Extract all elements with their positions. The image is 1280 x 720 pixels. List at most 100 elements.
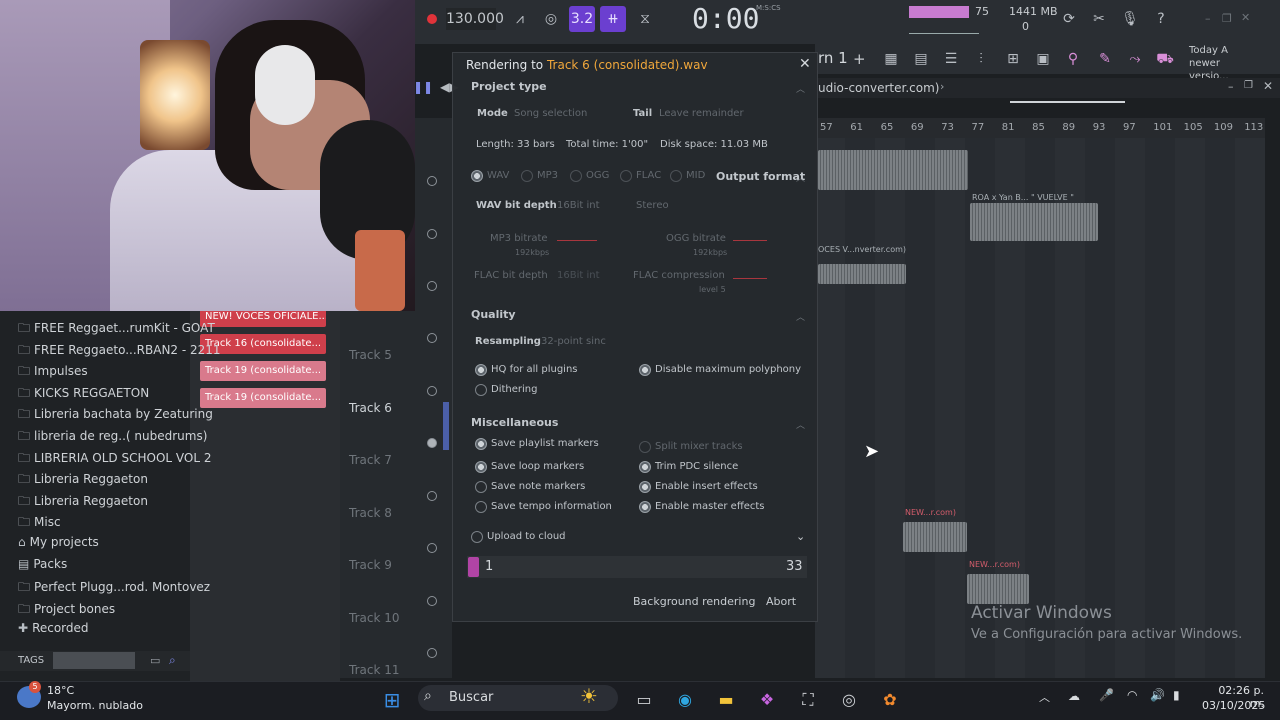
save-loop-markers-checkbox[interactable] xyxy=(475,461,487,473)
wav-bit-depth-select[interactable]: 16Bit int xyxy=(557,200,600,211)
format-mid-radio[interactable] xyxy=(670,170,682,182)
mode-select[interactable]: Song selection xyxy=(514,108,587,119)
enable-insert-checkbox[interactable] xyxy=(639,481,651,493)
mixer-icon[interactable]: ⫶ xyxy=(968,46,994,72)
window-minimize-icon[interactable]: – xyxy=(1205,12,1211,25)
track-name[interactable]: Track 6 xyxy=(349,401,392,415)
track-name[interactable]: Track 7 xyxy=(349,453,392,467)
browser-item[interactable]: 🗀 libreria de reg..( nubedrums) xyxy=(18,427,207,448)
save-playlist-markers-checkbox[interactable] xyxy=(475,438,487,450)
disable-polyphony-checkbox[interactable] xyxy=(639,364,651,376)
battery-icon[interactable]: ▮ xyxy=(1173,688,1180,702)
browser-item[interactable]: 🗀 Project bones xyxy=(18,600,115,621)
pattern-selector[interactable]: rn 1 xyxy=(818,49,848,67)
browser-item[interactable]: 🗀 FREE Reggaet...rumKit - GOAT xyxy=(18,319,215,340)
browser-item[interactable]: 🗀 Misc xyxy=(18,513,61,534)
add-pattern-icon[interactable]: + xyxy=(853,50,866,68)
wifi-icon[interactable]: ◠ xyxy=(1127,688,1137,702)
browser-item[interactable]: 🗀 Libreria Reggaeton xyxy=(18,470,148,491)
volume-icon[interactable]: 🔊 xyxy=(1150,688,1165,702)
close-icon[interactable]: ✕ xyxy=(1263,79,1273,93)
audio-clip-waveform[interactable] xyxy=(818,264,906,284)
step-edit-icon[interactable]: ⧺ xyxy=(600,6,626,32)
wait-icon[interactable]: ◎ xyxy=(538,6,564,32)
flac-bit-depth-select[interactable]: 16Bit int xyxy=(557,270,600,281)
enable-master-checkbox[interactable] xyxy=(639,501,651,513)
microphone-icon[interactable]: 🎙 xyxy=(1117,6,1143,32)
audio-clip-waveform[interactable] xyxy=(970,203,1098,241)
track-mute-toggle[interactable] xyxy=(427,491,437,501)
refresh-icon[interactable]: ⟳ xyxy=(1056,6,1082,32)
folder-icon[interactable]: ▭ xyxy=(150,654,160,667)
section-miscellaneous[interactable]: Miscellaneous xyxy=(471,416,558,429)
tail-select[interactable]: Leave remainder xyxy=(659,108,744,119)
window-close-icon[interactable]: ✕ xyxy=(1241,11,1250,24)
resampling-select[interactable]: 32-point sinc xyxy=(541,336,606,347)
copilot-icon[interactable]: ❖ xyxy=(753,687,781,713)
format-ogg-radio[interactable] xyxy=(570,170,582,182)
windows-start-icon[interactable]: ⊞ xyxy=(378,687,406,713)
track-mute-toggle[interactable] xyxy=(427,229,437,239)
audio-clip-waveform[interactable] xyxy=(903,522,967,552)
playlist-icon[interactable]: ▦ xyxy=(878,46,904,72)
scrollbar-horizontal[interactable] xyxy=(1010,101,1125,103)
channel-rack-icon[interactable]: ☰ xyxy=(938,46,964,72)
section-quality[interactable]: Quality xyxy=(471,308,516,321)
track-name[interactable]: Track 5 xyxy=(349,348,392,362)
save-tempo-checkbox[interactable] xyxy=(475,501,487,513)
chevron-up-icon[interactable]: ︿ xyxy=(796,171,805,184)
audio-clip-waveform[interactable] xyxy=(818,150,968,190)
section-project-type[interactable]: Project type xyxy=(471,80,547,93)
chevron-up-icon[interactable]: ︿ xyxy=(796,418,805,431)
split-mixer-tracks-checkbox[interactable] xyxy=(639,441,651,453)
project-icon[interactable]: ▣ xyxy=(1030,46,1056,72)
link-icon[interactable]: ⤳ xyxy=(1122,46,1148,72)
store-icon[interactable]: ⛶ xyxy=(794,687,822,713)
track-name[interactable]: Track 10 xyxy=(349,611,399,625)
piano-roll-icon[interactable]: ▤ xyxy=(908,46,934,72)
section-output-format[interactable]: Output format xyxy=(716,170,805,183)
chevron-right-icon[interactable]: › xyxy=(940,80,944,93)
loop-record-icon[interactable]: ⧖ xyxy=(632,6,658,32)
browser-item[interactable]: 🗀 Libreria Reggaeton xyxy=(18,492,148,513)
search-icon[interactable]: ⌕ xyxy=(169,653,176,668)
browser-item[interactable]: ▤ Packs xyxy=(18,557,67,571)
browser-item[interactable]: ✚ Recorded xyxy=(18,621,89,635)
track-name[interactable]: Track 9 xyxy=(349,558,392,572)
browser-item[interactable]: 🗀 FREE Reggaeto...RBAN2 - 2211 xyxy=(18,341,221,362)
record-button[interactable] xyxy=(427,14,437,24)
time-display[interactable]: 0:00 xyxy=(692,2,759,35)
track-mute-toggle[interactable] xyxy=(427,281,437,291)
track-mute-toggle[interactable] xyxy=(427,176,437,186)
task-view-icon[interactable]: ▭ xyxy=(630,687,658,713)
track-mute-toggle[interactable] xyxy=(427,438,437,448)
browser-item[interactable]: 🗀 Perfect Plugg...rod. Montovez xyxy=(18,578,210,599)
background-rendering-button[interactable]: Background rendering xyxy=(633,595,755,608)
browser-item[interactable]: ⌂ My projects xyxy=(18,535,99,549)
flac-compression-slider[interactable] xyxy=(733,278,767,279)
format-wav-radio[interactable] xyxy=(471,170,483,182)
track-name[interactable]: Track 8 xyxy=(349,506,392,520)
clock-date[interactable]: 03/10/2025 xyxy=(1202,699,1265,712)
scissors-icon[interactable]: ✂ xyxy=(1086,6,1112,32)
audio-clip-waveform[interactable] xyxy=(967,574,1029,604)
play-icon[interactable]: ❚❚ xyxy=(413,80,433,94)
mp3-bitrate-slider[interactable] xyxy=(557,240,597,241)
track-mute-toggle[interactable] xyxy=(427,543,437,553)
abort-button[interactable]: Abort xyxy=(766,595,796,608)
browser-icon[interactable]: ⊞ xyxy=(1000,46,1026,72)
track-name[interactable]: Track 11 xyxy=(349,663,399,677)
browser-item[interactable]: 🗀 KICKS REGGAETON xyxy=(18,384,149,405)
minimize-icon[interactable]: – xyxy=(1228,80,1234,93)
format-flac-radio[interactable] xyxy=(620,170,632,182)
chevron-up-icon[interactable]: ︿ xyxy=(796,82,805,95)
save-note-markers-checkbox[interactable] xyxy=(475,481,487,493)
stereo-select[interactable]: Stereo xyxy=(636,200,669,211)
browser-item[interactable]: 🗀 Libreria bachata by Zeaturing xyxy=(18,405,213,426)
tempo-display[interactable]: 130.000 xyxy=(446,8,504,30)
maximize-icon[interactable]: ❐ xyxy=(1244,80,1253,91)
chevron-down-icon[interactable]: ⌄ xyxy=(796,530,805,543)
hq-plugins-checkbox[interactable] xyxy=(475,364,487,376)
track-mute-toggle[interactable] xyxy=(427,333,437,343)
track-mute-toggle[interactable] xyxy=(427,648,437,658)
